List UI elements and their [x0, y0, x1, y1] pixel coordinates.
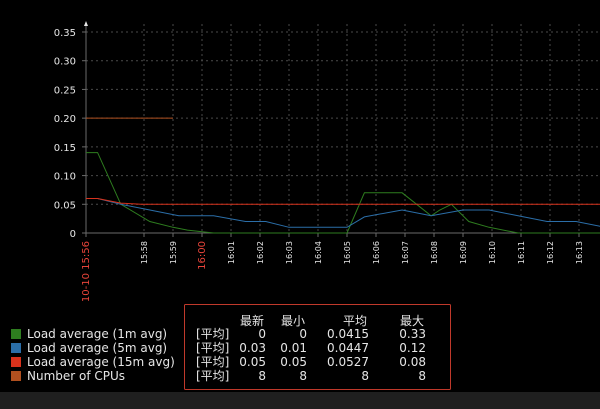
- legend-func: [平均]: [196, 327, 229, 341]
- series-line: [86, 198, 600, 228]
- legend-value-avg: 0.0527: [327, 355, 369, 369]
- y-tick-label: 0.35: [54, 28, 76, 39]
- x-tick-label: 15:59: [169, 241, 178, 264]
- x-tick-label: 16:02: [256, 241, 265, 264]
- y-tick-label: 0.20: [54, 114, 76, 125]
- legend-series-name: Load average (5m avg): [27, 341, 167, 355]
- x-tick-label: 16:03: [285, 241, 294, 264]
- legend-series-name: Number of CPUs: [27, 369, 125, 383]
- y-tick-label: 0.30: [54, 57, 76, 68]
- legend-swatch: [11, 343, 21, 353]
- legend-header-last: 最新: [240, 313, 264, 328]
- load-average-chart: 0.35 0.30 0.25 0.20 0.15 0.10 0.05 0 10-10 15:5…: [11, 21, 600, 390]
- x-tick-label: 16:01: [227, 241, 236, 264]
- y-tick-label: 0.25: [54, 85, 76, 96]
- x-tick-label: 16:11: [517, 241, 526, 264]
- legend-value-last: 8: [258, 369, 266, 383]
- legend-func: [平均]: [196, 355, 229, 369]
- legend-swatch: [11, 357, 21, 367]
- y-axis: 0.35 0.30 0.25 0.20 0.15 0.10 0.05 0: [54, 21, 88, 240]
- x-tick-label: 16:09: [459, 241, 468, 264]
- legend-header-min: 最小: [281, 314, 305, 328]
- x-tick-label: 16:05: [343, 241, 352, 264]
- y-tick-label: 0.15: [54, 143, 76, 154]
- legend-value-max: 0.12: [399, 341, 426, 355]
- x-tick-label: 10-10 15:56: [81, 241, 92, 302]
- y-tick-label: 0: [70, 229, 76, 240]
- legend-value-last: 0.03: [239, 341, 266, 355]
- x-tick-label: 16:00: [197, 241, 208, 270]
- legend: 最新 最小 平均 最大 Load average (1m avg) [平均] 0 0 0.041…: [11, 304, 451, 390]
- x-tick-label: 15:58: [140, 241, 149, 264]
- legend-header-max: 最大: [400, 314, 424, 328]
- x-tick-label: 16:04: [314, 241, 323, 264]
- x-tick-label: 16:06: [372, 241, 381, 264]
- x-tick-label: 16:08: [430, 241, 439, 264]
- legend-swatch: [11, 329, 21, 339]
- footer-bar: [0, 392, 600, 409]
- y-tick-label: 0.05: [54, 200, 76, 211]
- legend-value-avg: 8: [361, 369, 369, 383]
- x-tick-label: 16:10: [488, 241, 497, 264]
- legend-value-min: 0: [299, 327, 307, 341]
- legend-value-min: 0.01: [280, 341, 307, 355]
- legend-series-name: Load average (1m avg): [27, 327, 167, 341]
- legend-func: [平均]: [196, 369, 229, 383]
- x-tick-label: 16:12: [546, 241, 555, 264]
- legend-value-last: 0.05: [239, 355, 266, 369]
- legend-value-avg: 0.0447: [327, 341, 369, 355]
- legend-header-avg: 平均: [343, 314, 367, 328]
- grid-lines: [85, 24, 600, 233]
- legend-value-max: 0.33: [399, 327, 426, 341]
- x-axis: 10-10 15:56 15:58 15:59 16:00 16:01 16:02 16:0…: [81, 232, 600, 302]
- legend-series-name: Load average (15m avg): [27, 355, 175, 369]
- legend-value-min: 0.05: [280, 355, 307, 369]
- legend-value-min: 8: [299, 369, 307, 383]
- series-line: [86, 152, 600, 234]
- x-tick-label: 16:13: [575, 241, 584, 264]
- legend-value-last: 0: [258, 327, 266, 341]
- legend-func: [平均]: [196, 341, 229, 355]
- y-tick-label: 0.10: [54, 172, 76, 183]
- legend-value-max: 0.08: [399, 355, 426, 369]
- legend-swatch: [11, 371, 21, 381]
- x-tick-label: 16:07: [401, 241, 410, 264]
- y-axis-arrow-icon: [84, 21, 88, 26]
- legend-value-max: 8: [418, 369, 426, 383]
- series-line: [86, 198, 600, 205]
- legend-value-avg: 0.0415: [327, 327, 369, 341]
